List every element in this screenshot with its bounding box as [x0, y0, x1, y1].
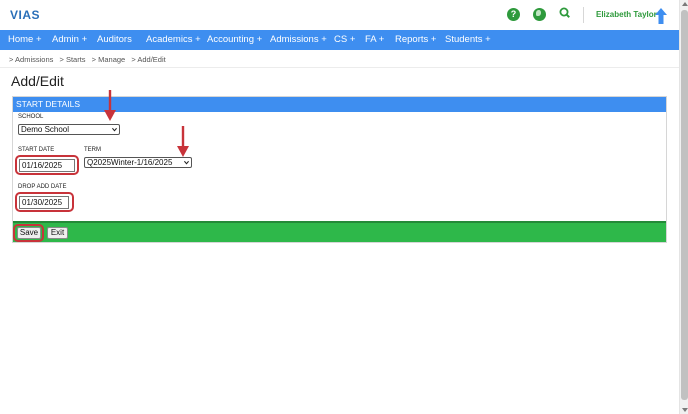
- exit-button[interactable]: Exit: [47, 227, 68, 239]
- nav-students[interactable]: Students +: [445, 30, 491, 50]
- globe-icon[interactable]: [533, 8, 546, 21]
- top-header: VIAS ? Elizabeth Taylor: [0, 0, 679, 30]
- user-arrow-icon[interactable]: [655, 8, 667, 24]
- page-title: Add/Edit: [11, 73, 64, 89]
- drop-add-date-highlight: [15, 192, 74, 212]
- main-nav: Home + Admin + Auditors Academics + Acco…: [0, 30, 679, 50]
- scroll-down-icon[interactable]: [682, 408, 688, 412]
- nav-home[interactable]: Home +: [8, 30, 42, 50]
- chevron-down-icon: [184, 160, 189, 165]
- nav-cs[interactable]: CS +: [334, 30, 355, 50]
- chevron-down-icon: [112, 127, 117, 132]
- school-select-value: Demo School: [21, 125, 70, 134]
- action-bar: Save Exit: [13, 221, 666, 242]
- school-select[interactable]: Demo School: [18, 124, 120, 135]
- breadcrumb-divider: [0, 67, 679, 68]
- breadcrumb-add-edit: > Add/Edit: [131, 55, 166, 64]
- term-select[interactable]: Q2025Winter-1/16/2025: [84, 157, 192, 168]
- breadcrumb: > Admissions > Starts > Manage > Add/Edi…: [9, 55, 170, 64]
- scroll-thumb[interactable]: [681, 10, 688, 400]
- nav-fa[interactable]: FA +: [365, 30, 384, 50]
- save-highlight: [13, 224, 44, 242]
- app-logo[interactable]: VIAS: [10, 8, 40, 22]
- help-icon[interactable]: ?: [507, 8, 520, 21]
- nav-reports[interactable]: Reports +: [395, 30, 436, 50]
- school-label: SCHOOL: [18, 114, 44, 120]
- start-date-highlight: [15, 155, 79, 175]
- start-date-label: START DATE: [18, 147, 55, 153]
- search-icon[interactable]: [559, 7, 571, 19]
- term-label: TERM: [84, 147, 101, 153]
- term-select-value: Q2025Winter-1/16/2025: [87, 158, 173, 167]
- nav-academics[interactable]: Academics +: [146, 30, 201, 50]
- school-arrow-annotation: [104, 90, 116, 121]
- breadcrumb-admissions[interactable]: > Admissions: [9, 55, 53, 64]
- nav-accounting[interactable]: Accounting +: [207, 30, 262, 50]
- nav-auditors[interactable]: Auditors: [97, 30, 132, 50]
- header-divider: [583, 7, 584, 23]
- scroll-up-icon[interactable]: [682, 2, 688, 6]
- breadcrumb-starts[interactable]: > Starts: [60, 55, 86, 64]
- breadcrumb-manage[interactable]: > Manage: [92, 55, 126, 64]
- nav-admissions[interactable]: Admissions +: [270, 30, 327, 50]
- nav-admin[interactable]: Admin +: [52, 30, 87, 50]
- vertical-scrollbar[interactable]: [679, 0, 688, 414]
- term-arrow-annotation: [177, 126, 189, 157]
- user-name[interactable]: Elizabeth Taylor: [596, 10, 657, 19]
- drop-add-date-label: DROP ADD DATE: [18, 184, 67, 190]
